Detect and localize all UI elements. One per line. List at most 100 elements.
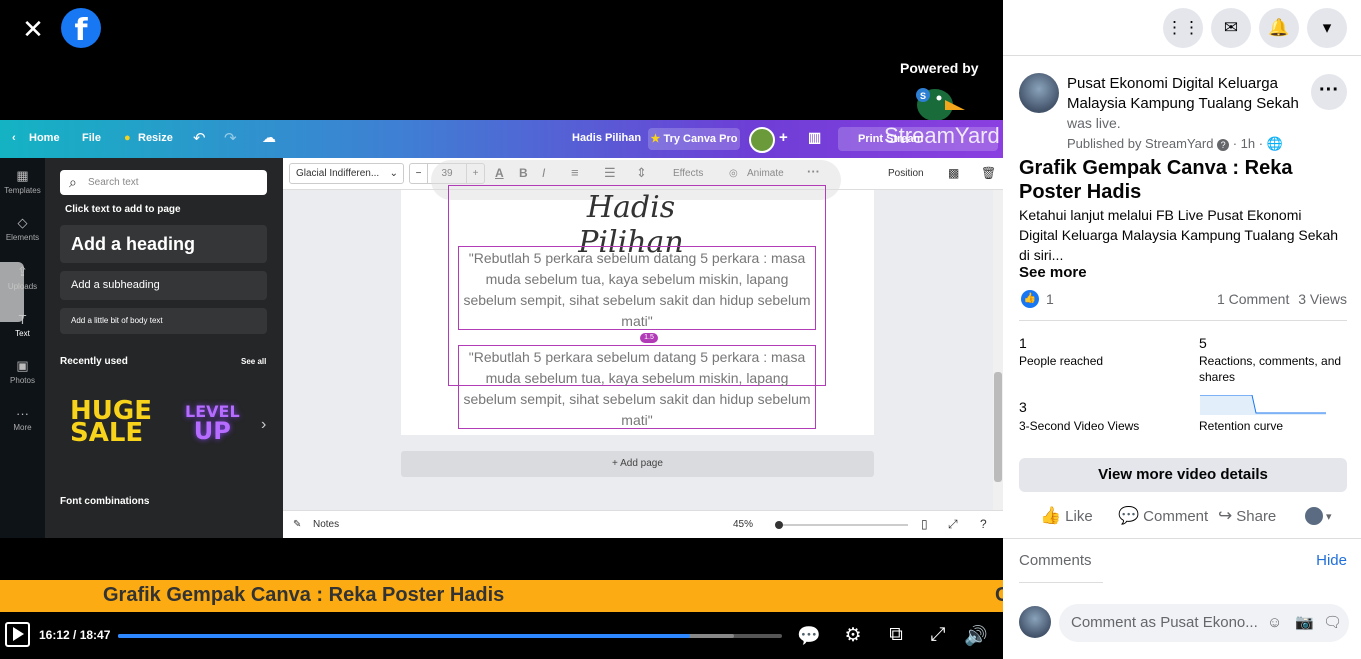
canva-resize: Resize [138,132,173,144]
canva-add-page: + Add page [401,451,874,477]
canva-avatar [749,127,775,153]
people-reached-count: 1 [1019,335,1027,351]
fullscreen-icon[interactable]: ⤢ [926,624,950,646]
see-all-link: See all [241,357,267,366]
comment-icon: 💬 [1118,506,1140,525]
people-reached-label: People reached [1019,354,1104,368]
comment-button[interactable]: 💬 Comment [1118,506,1208,526]
page-avatar[interactable] [1019,73,1059,113]
reactions-total-label: Reactions, comments, and shares [1199,354,1342,384]
comments-header: Comments [1019,552,1092,569]
canva-canvas: Hadis Pilihan "Rebutlah 5 perkara sebelu… [283,160,993,510]
three-second-views-label: 3-Second Video Views [1019,419,1140,433]
canva-doc-title: Hadis Pilihan [572,132,642,144]
huge-sale-preset: HUGE SALE [70,396,152,448]
add-body-block: Add a little bit of body text [60,308,267,334]
three-second-views-count: 3 [1019,399,1027,415]
reactions-total-count: 5 [1199,335,1207,351]
play-button[interactable] [5,622,30,647]
camera-icon[interactable]: 📷 [1295,604,1314,642]
recently-used-label: Recently used [60,356,128,367]
photos-icon: ▣ [16,358,29,373]
divider [1019,582,1103,583]
view-more-details-button[interactable]: View more video details [1019,458,1347,492]
retention-curve-chart [1200,395,1326,415]
video-area[interactable]: ✕ f Powered by S StreamYard ‹ Home File … [0,0,1003,659]
sidebar-topbar: ⋮⋮ ✉ 🔔 ▾ [1003,0,1361,56]
level-up-preset: LEVEL UP [185,402,240,445]
hide-comments-link[interactable]: Hide [1316,552,1347,569]
rail-elements: ◇ Elements [0,215,45,242]
ticker-next: C [995,584,1003,606]
rail-photos: ▣ Photos [0,358,45,385]
plus-icon: + [779,129,788,146]
comment-count[interactable]: 1 Comment [1217,291,1289,307]
post-as-avatar [1305,507,1323,526]
retention-curve-label: Retention curve [1199,419,1284,433]
reaction-count[interactable]: 1 [1046,291,1054,307]
notifications-bell-icon[interactable]: 🔔 [1259,8,1299,48]
ticker-bar: Grafik Gempak Canva : Reka Poster Hadis … [0,580,1003,612]
page-count-icon: ▯ [921,517,928,531]
share-button[interactable]: ↪ Share [1218,506,1276,526]
like-reaction-icon[interactable]: 👍 [1021,290,1039,308]
divider [1019,320,1347,321]
close-icon[interactable]: ✕ [18,14,48,44]
time-display: 16:12 / 18:47 [39,628,111,642]
caret-down-icon: ▾ [1323,511,1332,523]
engagement-stats: 1 Comment 3 Views [1217,291,1347,307]
help-icon[interactable]: ? [1217,139,1230,151]
like-button[interactable]: 👍 Like [1040,506,1093,526]
canva-try-pro: ★ Try Canva Pro [648,128,740,150]
post-sidebar: ⋮⋮ ✉ 🔔 ▾ Pusat Ekonomi Digital Keluarga … [1003,0,1361,659]
undo-icon: ↶ [193,130,206,147]
captions-icon[interactable]: 💬 [797,624,821,648]
trash-icon: 🗑 [981,166,997,180]
video-title: Grafik Gempak Canva : Reka Poster Hadis [1019,157,1293,203]
account-chevron-down-icon[interactable]: ▾ [1307,8,1347,48]
ticker-text: Grafik Gempak Canva : Reka Poster Hadis [103,584,505,606]
notes-icon: ✎ [293,519,302,530]
facebook-logo[interactable]: f [61,8,101,48]
pip-icon[interactable]: ⧉ [884,624,908,646]
canva-zoom: 45% [733,519,754,530]
volume-icon[interactable]: 🔊 [964,624,988,648]
divider [1003,538,1361,539]
chevron-left-icon: ‹ [12,132,16,144]
post-age[interactable]: 1h [1241,136,1255,151]
streamyard-watermark: StreamYard [884,123,1000,148]
messenger-icon[interactable]: ✉ [1211,8,1251,48]
video-description: Ketahui lanjut melalui FB Live Pusat Eko… [1019,207,1339,263]
settings-gear-icon[interactable]: ⚙ [841,624,865,647]
canva-file: File [82,132,101,144]
redo-icon: ↷ [224,130,237,147]
page-name[interactable]: Pusat Ekonomi Digital Keluarga Malaysia … [1067,74,1312,114]
share-icon: ↪ [1218,506,1233,525]
view-count: 3 Views [1298,291,1347,307]
post-as-selector[interactable]: ▾ [1305,506,1332,526]
sticker-icon[interactable]: 🗨 [1323,604,1342,642]
canva-text-panel: Search text Click text to add to page Ad… [45,158,283,538]
canva-topbar: ‹ Home File ● Resize ↶ ↷ ☁ Hadis Pilihan… [0,120,1003,158]
elements-icon: ◇ [17,215,28,230]
menu-grid-icon[interactable]: ⋮⋮ [1163,8,1203,48]
cloud-icon: ☁ [262,129,276,145]
drag-handle-overlay [0,262,24,322]
was-live-label: was live. [1067,115,1121,131]
rail-templates: ▦ Templates [0,168,45,195]
fullscreen-small-icon: ⤢ [948,517,958,531]
see-more-link[interactable]: See more [1019,264,1087,281]
progress-bar[interactable] [118,634,782,638]
emoji-icon[interactable]: ☺ [1267,604,1282,642]
add-subheading-block: Add a subheading [60,271,267,300]
canva-font-select: Glacial Indifferen... ⌄ [289,163,404,184]
progress-played [118,634,691,638]
comment-input[interactable]: Comment as Pusat Ekono... ☺ 📷 🗨 [1059,604,1349,642]
more-options-button[interactable]: ··· [1311,74,1347,110]
crown-icon: ● [124,132,131,144]
add-heading-block: Add a heading [60,225,267,263]
commenter-avatar[interactable] [1019,606,1051,638]
transparency-icon: ▩ [948,166,960,180]
published-by: Published by StreamYard ? · 1h · 🌐 [1067,136,1283,151]
thumbs-up-icon: 👍 [1040,506,1062,525]
